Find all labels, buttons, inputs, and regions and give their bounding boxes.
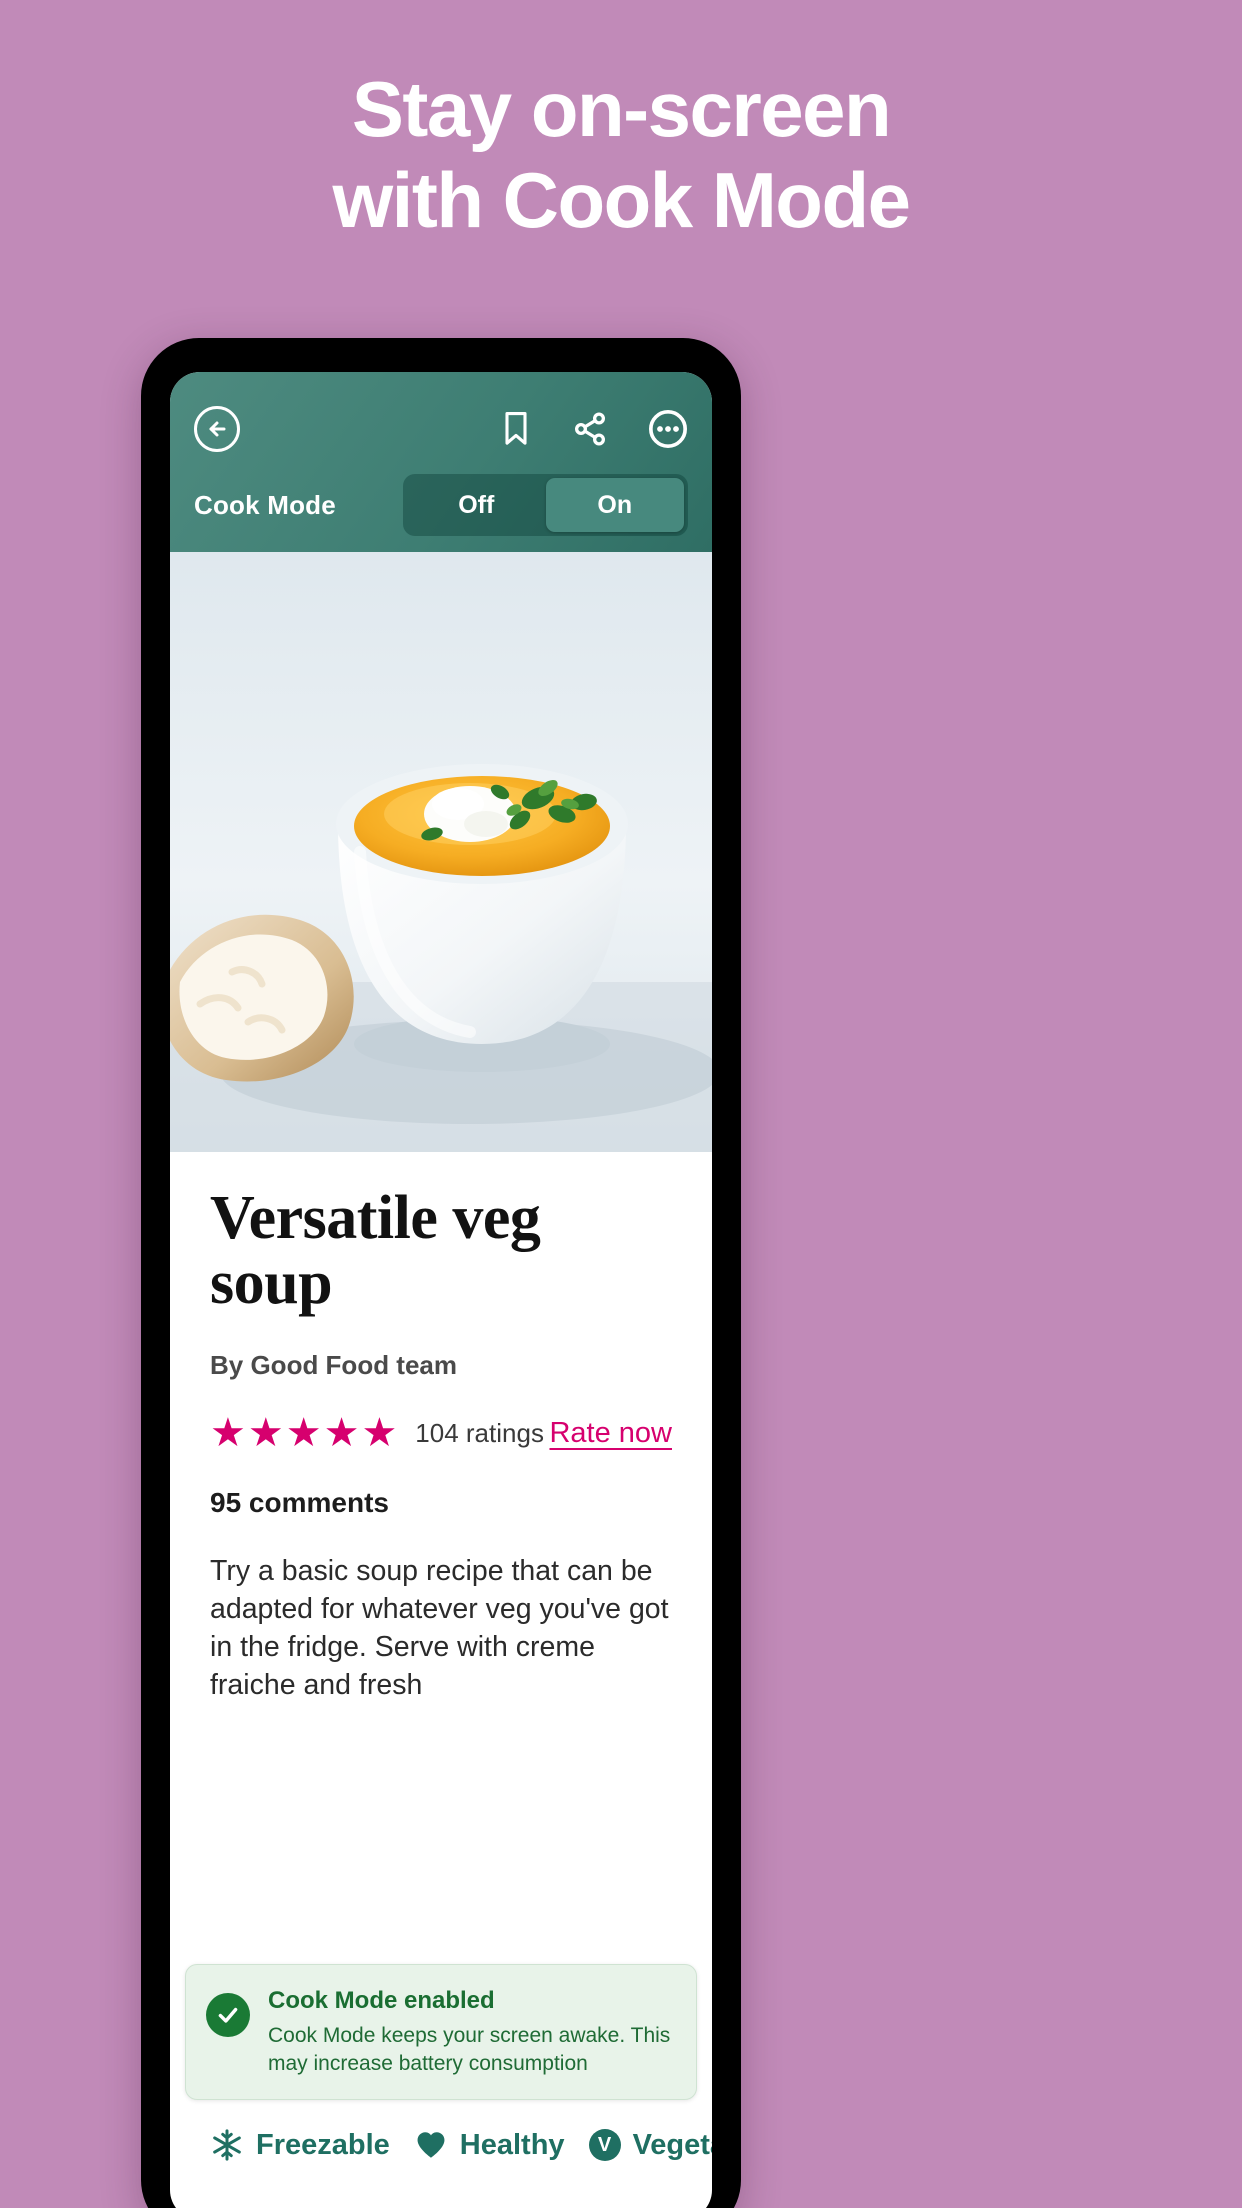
recipe-byline: By Good Food team	[210, 1350, 457, 1381]
bookmark-icon	[505, 412, 527, 445]
cook-mode-option-on[interactable]: On	[545, 478, 684, 532]
check-circle-icon	[206, 1993, 250, 2038]
star-icon: ★	[323, 1411, 360, 1456]
tag-freezable[interactable]: Freezable	[210, 2128, 390, 2162]
toast-text-block: Cook Mode enabled Cook Mode keeps your s…	[268, 1987, 674, 2077]
cook-mode-row: Cook Mode Off On	[194, 474, 688, 536]
share-button[interactable]	[572, 411, 608, 447]
app-bar-top-row	[194, 398, 688, 460]
cook-mode-label: Cook Mode	[194, 489, 336, 520]
back-arrow-circle-icon	[194, 406, 240, 452]
soup-photo-illustration	[170, 552, 712, 1152]
recipe-description: Try a basic soup recipe that can be adap…	[210, 1555, 669, 1701]
promo-headline-line-1: Stay on-screen	[351, 65, 892, 153]
cook-mode-toast: Cook Mode enabled Cook Mode keeps your s…	[185, 1964, 697, 2100]
ratings-count: 104 ratings	[415, 1417, 544, 1448]
toast-body: Cook Mode keeps your screen awake. This …	[268, 2024, 671, 2075]
promo-headline: Stay on-screen with Cook Mode	[0, 64, 1242, 247]
app-bar-actions	[500, 409, 688, 449]
bookmark-button[interactable]	[500, 411, 532, 447]
tag-vegetarian[interactable]: V Vegetarian	[588, 2128, 712, 2162]
vegetarian-v-icon: V	[588, 2129, 621, 2161]
star-icon: ★	[210, 1411, 246, 1456]
tag-healthy[interactable]: Healthy	[414, 2128, 565, 2162]
recipe-tags: Freezable Healthy V Vegetarian	[170, 2128, 712, 2162]
back-button[interactable]	[194, 406, 240, 452]
cook-mode-option-off[interactable]: Off	[407, 478, 546, 532]
app-bar: Cook Mode Off On	[170, 372, 712, 552]
comments-count[interactable]: 95 comments	[210, 1487, 672, 1519]
more-options-button[interactable]	[648, 409, 688, 449]
toast-title: Cook Mode enabled	[268, 1987, 495, 2015]
more-options-icon	[648, 409, 688, 449]
star-icon: ★	[247, 1411, 284, 1456]
page-title: Versatile veg soup	[210, 1184, 541, 1318]
star-icon: ★	[285, 1411, 322, 1456]
rating-row: ★ ★ ★ ★ ★ 104 ratings Rate now	[210, 1413, 672, 1453]
share-icon	[574, 412, 606, 446]
recipe-hero-image	[170, 552, 712, 1152]
tag-label: Freezable	[256, 2128, 390, 2161]
star-icon: ★	[361, 1411, 398, 1456]
cook-mode-segmented-control[interactable]: Off On	[403, 474, 688, 536]
snowflake-icon	[210, 2128, 244, 2162]
promo-headline-line-2: with Cook Mode	[332, 156, 911, 245]
recipe-content: Versatile veg soup By Good Food team ★ ★…	[170, 1152, 712, 1705]
rate-now-link[interactable]: Rate now	[549, 1417, 672, 1450]
phone-screen: Cook Mode Off On Versatile veg soup By G…	[170, 372, 712, 2208]
tag-label: Vegetarian	[632, 2128, 712, 2161]
tag-label: Healthy	[459, 2128, 565, 2161]
phone-mockup-frame: Cook Mode Off On Versatile veg soup By G…	[141, 338, 741, 2208]
heart-icon	[414, 2128, 448, 2162]
star-rating[interactable]: ★ ★ ★ ★ ★	[210, 1413, 397, 1453]
